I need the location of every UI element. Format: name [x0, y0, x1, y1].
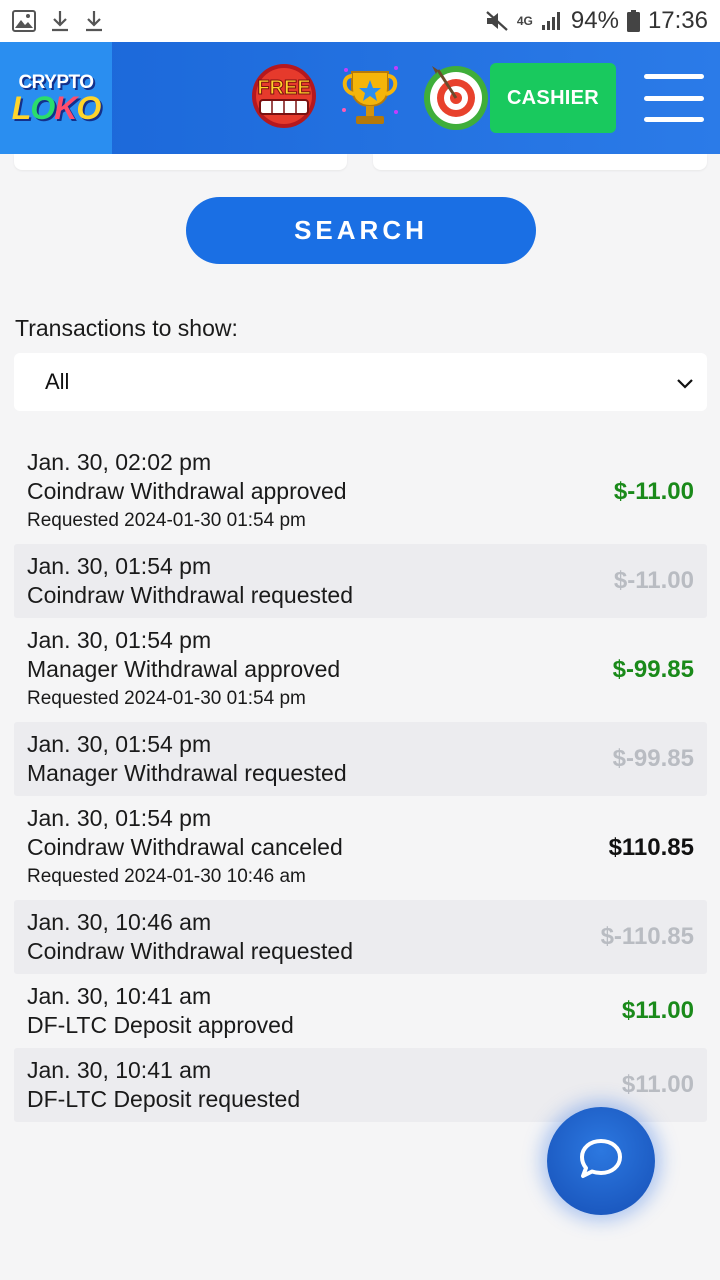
- chevron-down-icon: [677, 369, 693, 395]
- transaction-amount: $-110.85: [600, 923, 694, 950]
- transaction-date: Jan. 30, 10:41 am: [27, 1057, 212, 1083]
- battery-percent: 94%: [570, 7, 619, 34]
- chat-icon: [578, 1137, 624, 1186]
- transaction-requested: Requested 2024-01-30 10:46 am: [27, 866, 306, 887]
- battery-icon: [626, 10, 640, 32]
- menu-icon[interactable]: [644, 74, 704, 122]
- network-type: 4G: [516, 14, 533, 28]
- transaction-description: Manager Withdrawal approved: [27, 656, 341, 682]
- transaction-amount: $110.85: [608, 834, 694, 861]
- logo-bottom-text: LOKO: [11, 89, 101, 126]
- status-bar: 4G 94% 17:36: [0, 0, 720, 42]
- transaction-amount: $11.00: [621, 997, 694, 1024]
- transaction-row: Jan. 30, 02:02 pm Coindraw Withdrawal ap…: [14, 440, 707, 544]
- mute-icon: [485, 10, 509, 32]
- transaction-requested: Requested 2024-01-30 01:54 pm: [27, 688, 306, 709]
- transaction-description: Coindraw Withdrawal canceled: [27, 834, 343, 860]
- date-from-input[interactable]: [14, 154, 347, 170]
- signal-icon: [541, 11, 563, 31]
- transaction-description: Coindraw Withdrawal requested: [27, 938, 353, 964]
- clock: 17:36: [647, 7, 708, 34]
- transaction-row: Jan. 30, 10:46 am Coindraw Withdrawal re…: [14, 900, 707, 974]
- download-icon: [50, 10, 70, 32]
- transactions-filter-label: Transactions to show:: [15, 315, 238, 341]
- date-to-input[interactable]: [373, 154, 707, 170]
- transaction-amount: $-99.85: [612, 656, 694, 683]
- transaction-date: Jan. 30, 01:54 pm: [27, 805, 212, 831]
- transaction-description: Manager Withdrawal requested: [27, 760, 347, 786]
- transaction-row: Jan. 30, 10:41 am DF-LTC Deposit approve…: [14, 974, 707, 1048]
- transaction-amount: $-11.00: [613, 478, 694, 505]
- trophy-icon[interactable]: [334, 60, 406, 132]
- transaction-description: Coindraw Withdrawal approved: [27, 478, 347, 504]
- transaction-amount: $-11.00: [613, 567, 694, 594]
- transaction-date: Jan. 30, 01:54 pm: [27, 627, 212, 653]
- transaction-date: Jan. 30, 10:46 am: [27, 909, 212, 935]
- download-icon: [84, 10, 104, 32]
- gallery-icon: [12, 10, 36, 32]
- transaction-row: Jan. 30, 01:54 pm Coindraw Withdrawal re…: [14, 544, 707, 618]
- transaction-requested: Requested 2024-01-30 01:54 pm: [27, 510, 306, 531]
- transaction-description: DF-LTC Deposit approved: [27, 1012, 294, 1038]
- svg-text:FREE: FREE: [257, 77, 310, 99]
- free-spins-icon[interactable]: FREE: [248, 60, 320, 132]
- transaction-date: Jan. 30, 10:41 am: [27, 983, 212, 1009]
- transaction-amount: $-99.85: [612, 745, 694, 772]
- transactions-filter-select[interactable]: All: [14, 353, 707, 411]
- transaction-row: Jan. 30, 01:54 pm Manager Withdrawal req…: [14, 722, 707, 796]
- transaction-amount: $11.00: [621, 1071, 694, 1098]
- transaction-row: Jan. 30, 01:54 pm Coindraw Withdrawal ca…: [14, 796, 707, 900]
- transactions-filter-value: All: [45, 369, 70, 394]
- target-icon[interactable]: [420, 60, 492, 132]
- site-header: CRYPTO LOKO FREE CASHIER: [0, 42, 720, 154]
- search-button[interactable]: SEARCH: [186, 197, 536, 264]
- transaction-description: Coindraw Withdrawal requested: [27, 582, 353, 608]
- logo[interactable]: CRYPTO LOKO: [0, 42, 112, 154]
- transaction-date: Jan. 30, 01:54 pm: [27, 731, 212, 757]
- transaction-date: Jan. 30, 02:02 pm: [27, 449, 212, 475]
- transaction-list: Jan. 30, 02:02 pm Coindraw Withdrawal ap…: [14, 440, 707, 1122]
- transaction-row: Jan. 30, 01:54 pm Manager Withdrawal app…: [14, 618, 707, 722]
- chat-button[interactable]: [547, 1107, 655, 1215]
- transaction-date: Jan. 30, 01:54 pm: [27, 553, 212, 579]
- cashier-button[interactable]: CASHIER: [490, 63, 616, 133]
